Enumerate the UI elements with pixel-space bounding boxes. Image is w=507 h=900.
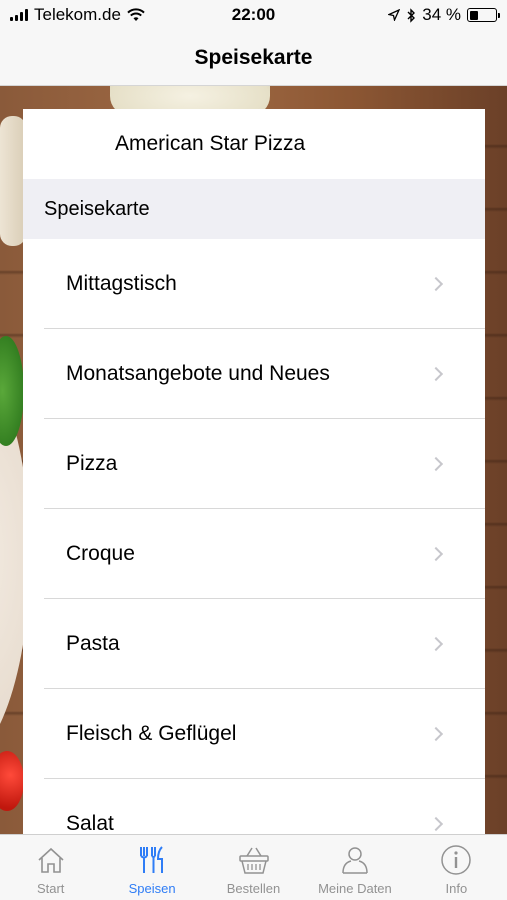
restaurant-name: American Star Pizza	[115, 132, 306, 155]
tab-start[interactable]: Start	[0, 835, 101, 900]
section-header: Speisekarte	[23, 179, 485, 239]
tab-label: Meine Daten	[318, 881, 392, 896]
tab-label: Speisen	[128, 881, 176, 896]
chevron-right-icon	[428, 636, 444, 651]
menu-item-label: Croque	[66, 541, 135, 565]
battery-percent: 34 %	[422, 5, 461, 24]
photo-basil	[0, 336, 24, 446]
chevron-right-icon	[428, 816, 444, 831]
wifi-icon	[127, 8, 145, 21]
chevron-right-icon	[428, 276, 444, 291]
tab-label: Bestellen	[226, 881, 281, 896]
tab-label: Info	[445, 881, 468, 896]
carrier-name: Telekom.de	[34, 5, 121, 24]
chevron-right-icon	[428, 456, 444, 471]
menu-item[interactable]: Monatsangebote und Neues	[44, 329, 485, 419]
person-icon	[342, 847, 368, 874]
location-arrow-icon	[388, 9, 401, 21]
status-left: Telekom.de	[10, 5, 145, 25]
tab-bestellen[interactable]: Bestellen	[203, 835, 304, 900]
menu-item-label: Mittagstisch	[66, 271, 177, 295]
tab-meine-daten[interactable]: Meine Daten	[304, 835, 405, 900]
home-icon	[38, 847, 64, 873]
menu-item[interactable]: Pasta	[44, 599, 485, 689]
menu-list: Mittagstisch Monatsangebote und Neues Pizz…	[23, 239, 485, 834]
signal-icon	[10, 9, 28, 21]
nav-bar: Speisekarte	[0, 30, 507, 86]
tab-speisen[interactable]: Speisen	[101, 835, 202, 900]
battery-icon	[467, 8, 500, 22]
menu-item-label: Monatsangebote und Neues	[66, 361, 330, 385]
chevron-right-icon	[428, 366, 444, 381]
menu-item[interactable]: Fleisch & Geflügel	[44, 689, 485, 779]
menu-item-label: Salat	[66, 811, 114, 835]
cutlery-icon	[140, 846, 164, 873]
info-icon	[441, 845, 472, 875]
menu-item[interactable]: Mittagstisch	[44, 239, 485, 329]
menu-item[interactable]: Croque	[44, 509, 485, 599]
menu-card: American Star Pizza Speisekarte Mittagst…	[23, 109, 485, 834]
battery-fill	[469, 10, 478, 20]
menu-item[interactable]: Pizza	[44, 419, 485, 509]
status-bar: Telekom.de 22:00 34 %	[0, 0, 507, 30]
menu-item-label: Pasta	[66, 631, 120, 655]
menu-item[interactable]: Salat	[44, 779, 485, 834]
photo-tomato	[0, 751, 24, 811]
bluetooth-icon	[407, 7, 416, 23]
status-right: 34 %	[388, 5, 500, 25]
tab-bar: Start Speisen Bestellen Meine Daten Info	[0, 834, 507, 900]
menu-item-label: Fleisch & Geflügel	[66, 721, 237, 745]
chevron-right-icon	[428, 546, 444, 561]
tab-info[interactable]: Info	[406, 835, 507, 900]
menu-item-label: Pizza	[66, 451, 118, 475]
page-title: Speisekarte	[194, 45, 313, 69]
tab-label: Start	[36, 881, 65, 896]
basket-icon	[238, 847, 269, 874]
chevron-right-icon	[428, 726, 444, 741]
